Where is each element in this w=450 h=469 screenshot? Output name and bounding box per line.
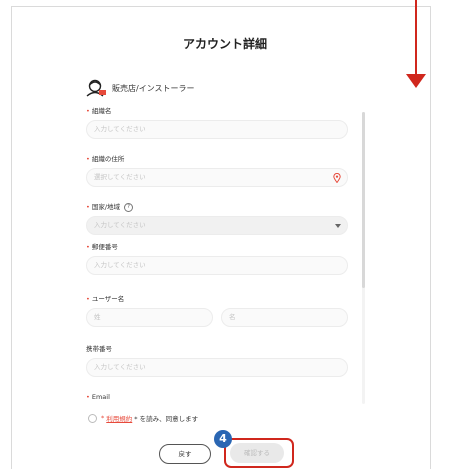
agreement-prefix: * [101, 414, 105, 422]
form-scroll-area[interactable]: • 組織名 入力してください • 組織の住所 選択してください • 国家/地域? 入力… [86, 106, 350, 406]
country-select[interactable]: 入力してください [86, 216, 348, 235]
agreement-row: * 利用規約 * を読み、同意します [88, 413, 198, 423]
confirm-highlight-box [224, 438, 294, 468]
terms-link[interactable]: 利用規約 [106, 413, 132, 423]
chevron-down-icon [335, 224, 341, 228]
scroll-hint-arrow-head [406, 74, 426, 88]
postal-input[interactable]: 入力してください [86, 256, 348, 275]
scrollbar-thumb[interactable] [362, 112, 365, 288]
help-icon[interactable]: ? [124, 202, 134, 212]
org-name-field: • 組織名 入力してください [86, 106, 348, 139]
last-name-input[interactable]: 姓 [86, 308, 213, 327]
step-badge: 4 [214, 430, 232, 448]
country-placeholder: 入力してください [94, 221, 146, 229]
org-name-input[interactable]: 入力してください [86, 120, 348, 139]
org-address-input[interactable]: 選択してください [86, 168, 348, 187]
org-name-label: 組織名 [91, 107, 112, 115]
role-label: 販売店/インストーラー [112, 83, 195, 93]
org-address-field: • 組織の住所 選択してください [86, 154, 348, 187]
postal-label: 郵便番号 [91, 243, 118, 251]
email-label: Email [91, 393, 110, 401]
org-address-placeholder: 選択してください [94, 173, 146, 181]
username-label: ユーザー名 [91, 295, 125, 303]
phone-label: 携帯番号 [86, 345, 112, 353]
first-name-input[interactable]: 名 [221, 308, 348, 327]
phone-field: 携帯番号 入力してください [86, 344, 348, 377]
country-field: • 国家/地域? 入力してください [86, 202, 348, 235]
back-button[interactable]: 戻す [159, 444, 211, 464]
postal-field: • 郵便番号 入力してください [86, 242, 348, 275]
agreement-suffix: * を読み、同意します [134, 415, 199, 423]
installer-icon [86, 79, 106, 97]
org-address-label: 組織の住所 [91, 155, 125, 163]
location-pin-icon[interactable] [333, 173, 341, 183]
country-label: 国家/地域 [91, 203, 121, 211]
agree-checkbox[interactable] [88, 413, 97, 423]
username-field: • ユーザー名 姓 名 [86, 294, 348, 327]
page-title: アカウント詳細 [182, 37, 267, 51]
email-field: • Email [86, 393, 110, 401]
role-header: 販売店/インストーラー [86, 78, 195, 98]
phone-input[interactable]: 入力してください [86, 358, 348, 377]
